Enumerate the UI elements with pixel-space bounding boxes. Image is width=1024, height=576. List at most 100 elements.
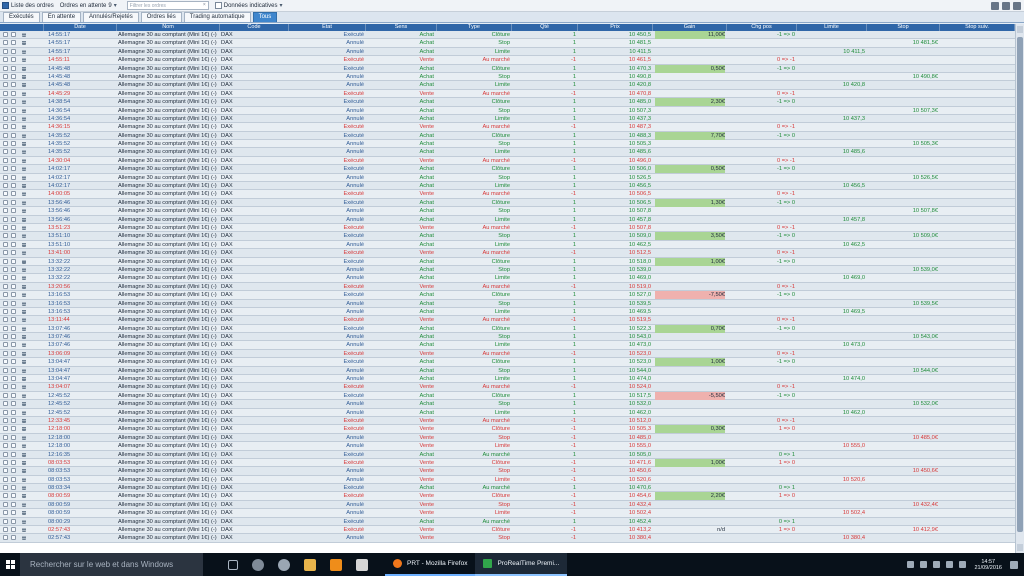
edit-icon[interactable] [11,233,16,239]
table-row[interactable]: 14:36:54 Allemagne 30 au comptant (Mini 1… [0,114,1015,124]
checkbox-icon[interactable] [3,359,8,365]
edit-icon[interactable] [11,409,16,415]
table-row[interactable]: 12:16:35 Allemagne 30 au comptant (Mini 1… [0,450,1015,459]
pending-orders-dropdown[interactable]: Ordres en attente 9 ▾ [60,2,117,10]
table-row[interactable]: 13:04:07 Allemagne 30 au comptant (Mini 1… [0,383,1015,392]
edit-icon[interactable] [11,283,16,289]
chart-icon[interactable] [22,367,26,373]
checkbox-icon[interactable] [3,132,8,138]
checkbox-icon[interactable] [3,208,8,214]
checkbox-icon[interactable] [3,250,8,256]
edit-icon[interactable] [11,501,16,507]
chart-icon[interactable] [22,233,26,239]
tab-en-attente[interactable]: En attente [41,12,82,22]
table-row[interactable]: 08:03:53 Allemagne 30 au comptant (Mini 1… [0,475,1015,485]
checkbox-icon[interactable] [3,191,8,197]
edit-icon[interactable] [11,275,16,281]
scroll-up-button[interactable] [1017,26,1023,33]
chart-icon[interactable] [22,183,26,189]
checkbox-icon[interactable] [3,157,8,163]
table-row[interactable]: 14:55:17 Allemagne 30 au comptant (Mini 1… [0,39,1015,48]
table-row[interactable]: 14:35:52 Allemagne 30 au comptant (Mini 1… [0,140,1015,149]
volume-icon[interactable] [933,561,941,568]
keyboard-icon[interactable] [959,561,967,568]
column-etat[interactable]: Etat [289,24,366,31]
help-icon[interactable] [991,2,999,10]
notification-icon[interactable] [1010,560,1018,569]
edit-icon[interactable] [11,426,16,432]
checkbox-icon[interactable] [3,401,8,407]
table-row[interactable]: 12:18:00 Allemagne 30 au comptant (Mini 1… [0,442,1015,451]
edit-icon[interactable] [11,224,16,230]
indicative-data-toggle[interactable]: Données indicatives ▾ [214,2,282,9]
column-sens[interactable]: Sens [366,24,437,31]
table-row[interactable]: 14:36:54 Allemagne 30 au comptant (Mini 1… [0,106,1015,115]
chart-icon[interactable] [22,99,26,105]
checkbox-icon[interactable] [3,166,8,172]
edit-icon[interactable] [11,292,16,298]
table-row[interactable]: 13:32:22 Allemagne 30 au comptant (Mini 1… [0,265,1015,275]
chart-icon[interactable] [22,90,26,96]
edit-icon[interactable] [11,485,16,491]
chart-icon[interactable] [22,317,26,323]
chart-icon[interactable] [22,476,26,482]
edit-icon[interactable] [11,241,16,247]
chart-icon[interactable] [22,208,26,214]
chart-icon[interactable] [22,384,26,390]
table-row[interactable]: 14:30:04 Allemagne 30 au comptant (Mini 1… [0,156,1015,166]
chart-icon[interactable] [22,65,26,71]
table-row[interactable]: 13:56:46 Allemagne 30 au comptant (Mini 1… [0,215,1015,224]
edit-icon[interactable] [11,40,16,46]
table-row[interactable]: 13:41:00 Allemagne 30 au comptant (Mini 1… [0,249,1015,258]
checkbox-icon[interactable] [3,48,8,54]
task-view-icon[interactable] [228,559,238,570]
chart-icon[interactable] [22,501,26,507]
checkbox-icon[interactable] [3,376,8,382]
edit-icon[interactable] [11,90,16,96]
app-icon[interactable] [278,558,290,571]
chart-icon[interactable] [22,82,26,88]
checkbox-icon[interactable] [3,485,8,491]
table-row[interactable]: 08:00:29 Allemagne 30 au comptant (Mini 1… [0,517,1015,527]
edit-icon[interactable] [11,384,16,390]
edit-icon[interactable] [11,468,16,474]
checkbox-icon[interactable] [3,57,8,63]
table-row[interactable]: 14:38:54 Allemagne 30 au comptant (Mini 1… [0,98,1015,107]
edit-icon[interactable] [11,527,16,533]
edit-icon[interactable] [11,451,16,457]
table-row[interactable]: 13:16:53 Allemagne 30 au comptant (Mini 1… [0,291,1015,300]
edit-icon[interactable] [11,334,16,340]
chart-icon[interactable] [22,493,26,499]
checkbox-icon[interactable] [3,283,8,289]
checkbox-icon[interactable] [3,292,8,298]
checkbox-icon[interactable] [3,300,8,306]
table-row[interactable]: 12:33:45 Allemagne 30 au comptant (Mini 1… [0,416,1015,426]
checkbox-icon[interactable] [3,124,8,130]
edit-icon[interactable] [11,124,16,130]
table-row[interactable]: 13:20:56 Allemagne 30 au comptant (Mini 1… [0,282,1015,292]
table-row[interactable]: 13:51:10 Allemagne 30 au comptant (Mini 1… [0,232,1015,241]
edit-icon[interactable] [11,308,16,314]
tab-tous[interactable]: Tous [252,12,278,22]
checkbox-icon[interactable] [3,199,8,205]
chart-icon[interactable] [22,166,26,172]
edit-icon[interactable] [11,32,16,37]
column-stop-suiv[interactable]: Stop suiv. [940,24,1015,31]
edit-icon[interactable] [11,166,16,172]
settings-icon[interactable] [1013,2,1021,10]
chart-icon[interactable] [22,308,26,314]
edit-icon[interactable] [11,65,16,71]
table-row[interactable]: 02:57:43 Allemagne 30 au comptant (Mini 1… [0,526,1015,535]
table-row[interactable]: 13:11:44 Allemagne 30 au comptant (Mini 1… [0,316,1015,325]
chart-icon[interactable] [22,283,26,289]
edit-icon[interactable] [11,342,16,348]
table-row[interactable]: 08:00:59 Allemagne 30 au comptant (Mini 1… [0,500,1015,510]
chart-icon[interactable] [22,392,26,398]
chart-icon[interactable] [22,224,26,230]
tab-executes[interactable]: Exécutés [3,12,40,22]
column-date[interactable]: Date [44,24,117,31]
edit-icon[interactable] [11,48,16,54]
edit-icon[interactable] [11,359,16,365]
checkbox-icon[interactable] [3,149,8,155]
tab-ordres-lies[interactable]: Ordres liés [140,12,182,22]
